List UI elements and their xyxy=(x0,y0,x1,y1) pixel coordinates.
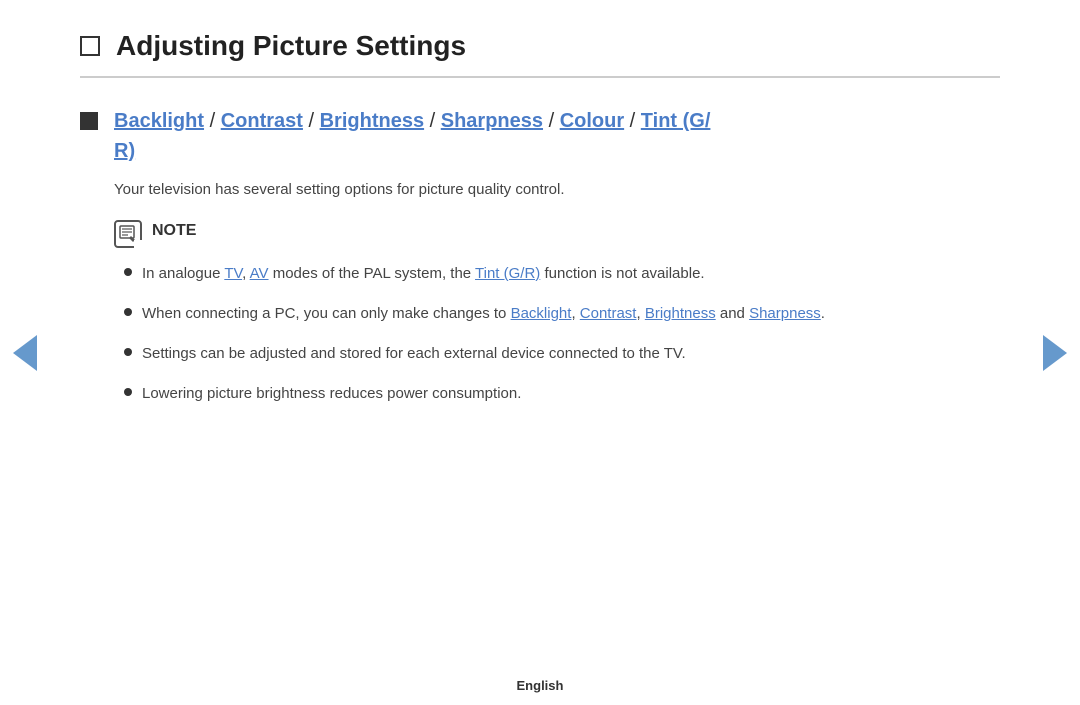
av-link[interactable]: AV xyxy=(250,265,269,282)
separator-5: / xyxy=(624,110,641,132)
note-box: NOTE xyxy=(114,220,1000,248)
brightness-link-2[interactable]: Brightness xyxy=(645,305,716,322)
content-area: Adjusting Picture Settings Backlight / C… xyxy=(0,0,1080,666)
list-item: Lowering picture brightness reduces powe… xyxy=(124,382,1000,406)
list-item: When connecting a PC, you can only make … xyxy=(124,302,1000,326)
sharpness-link[interactable]: Sharpness xyxy=(441,110,543,132)
tint-gr-link-1[interactable]: Tint (G/R) xyxy=(475,265,540,282)
bullet-dot-icon xyxy=(124,308,132,316)
bullet-dot-icon xyxy=(124,268,132,276)
bullet-text-2: When connecting a PC, you can only make … xyxy=(142,302,1000,326)
separator-1: / xyxy=(204,110,221,132)
note-pencil-icon xyxy=(119,225,137,243)
note-icon xyxy=(114,220,142,248)
section-description: Your television has several setting opti… xyxy=(114,178,1000,202)
page-title-section: Adjusting Picture Settings xyxy=(80,30,1000,78)
sharpness-link-2[interactable]: Sharpness xyxy=(749,305,821,322)
page-title: Adjusting Picture Settings xyxy=(116,30,466,62)
page-container: Adjusting Picture Settings Backlight / C… xyxy=(0,0,1080,705)
list-item: In analogue TV, AV modes of the PAL syst… xyxy=(124,262,1000,286)
bullet-text-4: Lowering picture brightness reduces powe… xyxy=(142,382,1000,406)
bullet-dot-icon xyxy=(124,388,132,396)
bullet-dot-icon xyxy=(124,348,132,356)
note-label: NOTE xyxy=(152,220,196,240)
separator-4: / xyxy=(543,110,560,132)
contrast-link[interactable]: Contrast xyxy=(221,110,303,132)
list-item: Settings can be adjusted and stored for … xyxy=(124,342,1000,366)
section-heading: Backlight / Contrast / Brightness / Shar… xyxy=(114,106,1000,166)
footer: English xyxy=(0,666,1080,705)
tv-link[interactable]: TV xyxy=(224,265,242,282)
backlight-link-2[interactable]: Backlight xyxy=(511,305,572,322)
section-content: Backlight / Contrast / Brightness / Shar… xyxy=(114,106,1000,422)
bullet-text-1: In analogue TV, AV modes of the PAL syst… xyxy=(142,262,1000,286)
backlight-link[interactable]: Backlight xyxy=(114,110,204,132)
separator-3: / xyxy=(424,110,441,132)
footer-language: English xyxy=(517,678,564,693)
bullet-list: In analogue TV, AV modes of the PAL syst… xyxy=(114,262,1000,406)
main-section: Backlight / Contrast / Brightness / Shar… xyxy=(80,106,1000,422)
section-bullet-icon xyxy=(80,112,98,130)
bullet-text-3: Settings can be adjusted and stored for … xyxy=(142,342,1000,366)
title-checkbox-icon xyxy=(80,36,100,56)
contrast-link-2[interactable]: Contrast xyxy=(580,305,637,322)
colour-link[interactable]: Colour xyxy=(560,110,624,132)
separator-2: / xyxy=(303,110,320,132)
brightness-link[interactable]: Brightness xyxy=(320,110,424,132)
